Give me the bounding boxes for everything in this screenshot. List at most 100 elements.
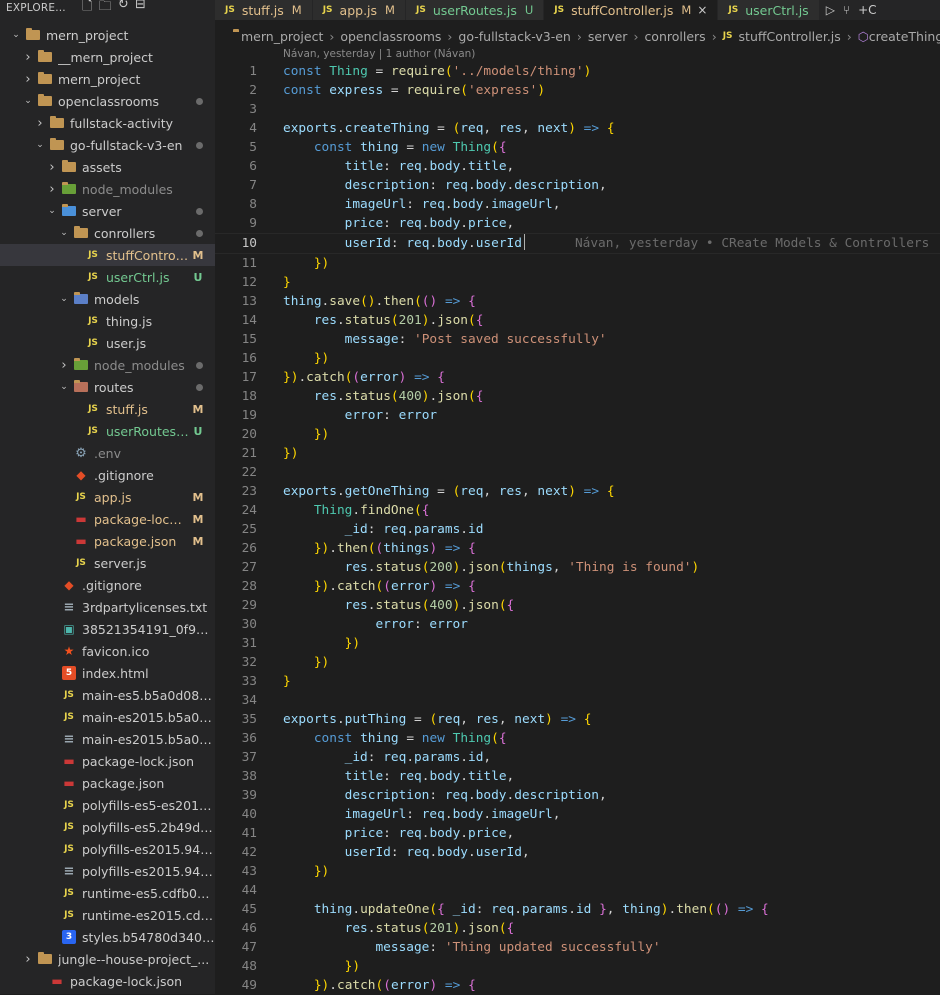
tree-item[interactable]: ▬ package-lock.j... M <box>0 508 215 530</box>
code-line[interactable]: 13 thing.save().then(() => { <box>215 292 940 311</box>
code-line[interactable]: 38 title: req.body.title, <box>215 767 940 786</box>
code-line[interactable]: 16 }) <box>215 349 940 368</box>
code-line[interactable]: 37 _id: req.params.id, <box>215 748 940 767</box>
code-text[interactable]: title: req.body.title, <box>283 157 515 176</box>
more-actions-icon[interactable]: +C <box>858 3 876 17</box>
tree-item[interactable]: JS polyfills-es5.2b49def4... <box>0 816 215 838</box>
code-line[interactable]: 41 price: req.body.price, <box>215 824 940 843</box>
code-text[interactable]: } <box>283 273 291 292</box>
tree-item[interactable]: JS user.js <box>0 332 215 354</box>
code-line[interactable]: 12} <box>215 273 940 292</box>
code-line[interactable]: 35 exports.putThing = (req, res, next) =>… <box>215 710 940 729</box>
source-control-icon[interactable]: ⑂ <box>843 3 850 17</box>
code-line[interactable]: 45 thing.updateOne({ _id: req.params.id … <box>215 900 940 919</box>
code-text[interactable]: res.status(201).json({ <box>283 919 515 938</box>
code-line[interactable]: 9 price: req.body.price, <box>215 214 940 233</box>
tree-item[interactable]: JS userCtrl.js U <box>0 266 215 288</box>
tree-item[interactable]: JS app.js M <box>0 486 215 508</box>
code-text[interactable]: userId: req.body.userId <box>283 234 522 253</box>
code-line[interactable]: 48 }) <box>215 957 940 976</box>
code-text[interactable]: price: req.body.price, <box>283 824 515 843</box>
tab-userctrl-js[interactable]: JS userCtrl.js <box>718 0 820 20</box>
tree-item[interactable]: ⌄ mern_project <box>0 24 215 46</box>
code-text[interactable]: res.status(400).json({ <box>283 596 515 615</box>
tree-item[interactable]: › node_modules <box>0 178 215 200</box>
code-line[interactable]: 17}).catch((error) => { <box>215 368 940 387</box>
code-text[interactable]: const thing = new Thing({ <box>283 138 507 157</box>
code-text[interactable]: description: req.body.description, <box>283 786 607 805</box>
code-line[interactable]: 30 error: error <box>215 615 940 634</box>
tree-item[interactable]: ⌄ routes <box>0 376 215 398</box>
tree-item[interactable]: ▬ package-lock.json <box>0 970 215 992</box>
code-line[interactable]: 21}) <box>215 444 940 463</box>
code-line[interactable]: 27 res.status(200).json(things, 'Thing i… <box>215 558 940 577</box>
code-text[interactable]: res.status(201).json({ <box>283 311 484 330</box>
tree-item[interactable]: JS stuffControlle...M <box>0 244 215 266</box>
tree-item[interactable]: ◆ .gitignore <box>0 464 215 486</box>
tree-item[interactable]: ▣ 38521354191_0f9b60... <box>0 618 215 640</box>
tree-item[interactable]: JS stuff.js M <box>0 398 215 420</box>
tree-item[interactable]: › fullstack-activity <box>0 112 215 134</box>
code-text[interactable]: const Thing = require('../models/thing') <box>283 62 591 81</box>
new-file-icon[interactable]: 🗋 <box>82 0 93 19</box>
code-line[interactable]: 25 _id: req.params.id <box>215 520 940 539</box>
code-text[interactable]: }).catch((error) => { <box>283 577 476 596</box>
tree-item[interactable]: ≡ 3rdpartylicenses.txt <box>0 596 215 618</box>
tree-item[interactable]: ▬ package.json M <box>0 530 215 552</box>
breadcrumb-item[interactable]: go-fullstack-v3-en <box>458 29 570 44</box>
code-line[interactable]: 39 description: req.body.description, <box>215 786 940 805</box>
tree-item[interactable]: › assets <box>0 156 215 178</box>
code-line[interactable]: 1 const Thing = require('../models/thing'… <box>215 62 940 81</box>
tree-item[interactable]: 3 styles.b54780d340b0... <box>0 926 215 948</box>
tree-item[interactable]: ⌄ conrollers <box>0 222 215 244</box>
code-text[interactable]: message: 'Post saved successfully' <box>283 330 607 349</box>
tab-userroutes-js[interactable]: JS userRoutes.js U <box>405 0 545 20</box>
tree-item[interactable]: ★ favicon.ico <box>0 640 215 662</box>
code-line[interactable]: 22 <box>215 463 940 482</box>
new-folder-icon[interactable]: 🗀 <box>99 0 112 19</box>
code-line[interactable]: 8 imageUrl: req.body.imageUrl, <box>215 195 940 214</box>
code-line[interactable]: 15 message: 'Post saved successfully' <box>215 330 940 349</box>
code-text[interactable]: error: error <box>283 615 468 634</box>
code-text[interactable]: price: req.body.price, <box>283 214 515 233</box>
code-text[interactable]: res.status(200).json(things, 'Thing is f… <box>283 558 700 577</box>
tree-item[interactable]: › __mern_project <box>0 46 215 68</box>
code-text[interactable]: thing.updateOne({ _id: req.params.id }, … <box>283 900 769 919</box>
run-icon[interactable]: ▷ <box>826 3 835 17</box>
tree-item[interactable]: JS main-es5.b5a0d08d9f... <box>0 684 215 706</box>
tree-item[interactable]: JS polyfills-es2015.94d3... <box>0 838 215 860</box>
code-text[interactable]: _id: req.params.id, <box>283 748 492 767</box>
code-line[interactable]: 47 message: 'Thing updated successfully' <box>215 938 940 957</box>
code-line[interactable]: 32 }) <box>215 653 940 672</box>
code-line[interactable]: 33} <box>215 672 940 691</box>
tree-item[interactable]: ◆ .gitignore <box>0 574 215 596</box>
code-line[interactable]: 3 <box>215 100 940 119</box>
code-text[interactable]: } <box>283 672 291 691</box>
code-line[interactable]: 11 }) <box>215 254 940 273</box>
code-text[interactable]: _id: req.params.id <box>283 520 484 539</box>
code-line[interactable]: 2 const express = require('express') <box>215 81 940 100</box>
code-text[interactable]: }) <box>283 634 360 653</box>
code-line[interactable]: 24 Thing.findOne({ <box>215 501 940 520</box>
code-text[interactable]: exports.getOneThing = (req, res, next) =… <box>283 482 615 501</box>
code-text[interactable]: message: 'Thing updated successfully' <box>283 938 660 957</box>
close-icon[interactable]: × <box>697 3 707 17</box>
code-line[interactable]: 43 }) <box>215 862 940 881</box>
code-line[interactable]: 7 description: req.body.description, <box>215 176 940 195</box>
tree-item[interactable]: ≡ polyfills-es2015.94d3... <box>0 860 215 882</box>
tree-item[interactable]: JS thing.js <box>0 310 215 332</box>
code-line[interactable]: 23 exports.getOneThing = (req, res, next)… <box>215 482 940 501</box>
tree-item[interactable]: › jungle--house-project_... <box>0 948 215 970</box>
code-text[interactable]: }) <box>283 349 329 368</box>
code-text[interactable]: }) <box>283 254 329 273</box>
tree-item[interactable]: ⌄ go-fullstack-v3-en <box>0 134 215 156</box>
code-line[interactable]: 34 <box>215 691 940 710</box>
tree-item[interactable]: ⌄ models <box>0 288 215 310</box>
code-text[interactable]: }) <box>283 957 360 976</box>
tree-item[interactable]: JS runtime-es5.cdfb0dd... <box>0 882 215 904</box>
code-line[interactable]: 5 const thing = new Thing({ <box>215 138 940 157</box>
code-text[interactable]: }).catch((error) => { <box>283 368 445 387</box>
tree-item[interactable]: ≡ main-es2015.b5a0d0... <box>0 728 215 750</box>
code-editor[interactable]: 1 const Thing = require('../models/thing'… <box>215 62 940 995</box>
refresh-icon[interactable]: ↻ <box>118 0 129 19</box>
